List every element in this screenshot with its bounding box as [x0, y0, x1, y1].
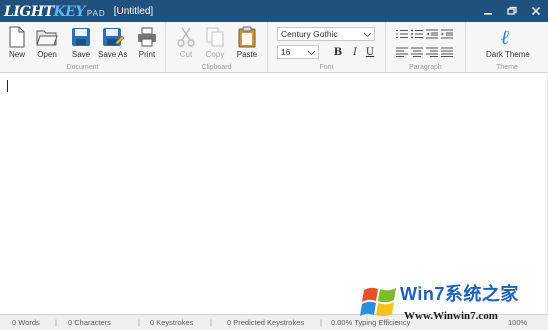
decrease-indent-icon [426, 29, 438, 39]
text-caret [7, 80, 8, 92]
status-separator: | [55, 318, 57, 327]
app-logo: LIGHT KEY PAD [4, 2, 106, 20]
logo-key: KEY [53, 4, 86, 20]
clipboard-group-label: Clipboard [201, 64, 232, 71]
font-family-value: Century Gothic [281, 29, 338, 39]
font-family-select[interactable]: Century Gothic [277, 27, 375, 41]
open-folder-icon [36, 30, 58, 46]
new-button[interactable]: New [6, 26, 28, 59]
chevron-down-icon [307, 50, 316, 56]
document-title: [Untitled] [113, 5, 154, 17]
font-size-value: 16 [281, 47, 291, 57]
svg-text:ℓ: ℓ [501, 26, 510, 48]
decrease-indent-button[interactable] [426, 29, 438, 39]
theme-group: ℓ Dark Theme Theme [466, 22, 548, 73]
paragraph-group: Paragraph [386, 22, 466, 73]
underline-button[interactable]: U [364, 46, 376, 58]
justify-icon [441, 47, 453, 57]
font-group: Century Gothic 16 B I U Font [268, 22, 386, 73]
bullet-list-button[interactable] [411, 29, 423, 39]
print-button[interactable]: Print [136, 26, 158, 59]
close-icon [531, 6, 541, 16]
print-label: Print [138, 50, 156, 59]
cut-label: Cut [179, 50, 193, 59]
increase-indent-icon [441, 29, 453, 39]
status-separator: | [320, 318, 322, 327]
paragraph-group-label: Paragraph [409, 64, 442, 71]
align-right-button[interactable] [426, 47, 438, 57]
typing-efficiency: 0.00% Typing Efficiency [331, 318, 411, 327]
text-editor[interactable] [0, 74, 548, 314]
document-group: New Open Save Save As Print Document [0, 22, 166, 73]
copy-label: Copy [205, 50, 225, 59]
character-count: 0 Characters [68, 318, 111, 327]
minimize-button[interactable] [482, 5, 494, 17]
open-button[interactable]: Open [36, 26, 58, 59]
save-button[interactable]: Save [70, 26, 92, 59]
bullet-list-icon [411, 29, 423, 39]
align-left-icon [396, 47, 408, 57]
align-left-button[interactable] [396, 47, 408, 57]
align-center-icon [411, 47, 423, 57]
title-bar: LIGHT KEY PAD [Untitled] [0, 0, 548, 22]
new-file-icon [9, 26, 25, 48]
clipboard-icon [238, 26, 256, 48]
font-group-label: Font [319, 64, 334, 71]
save-as-label: Save As [98, 50, 128, 59]
theme-pilcrow-icon: ℓ [501, 26, 510, 48]
open-label: Open [37, 50, 57, 59]
new-label: New [8, 50, 25, 59]
word-count: 0 Words [12, 318, 40, 327]
italic-button[interactable]: I [349, 46, 361, 58]
increase-indent-button[interactable] [441, 29, 453, 39]
paste-label: Paste [236, 50, 258, 59]
paste-button[interactable]: Paste [236, 26, 258, 59]
restore-icon [507, 6, 517, 15]
align-right-icon [426, 47, 438, 57]
document-group-label: Document [66, 64, 99, 71]
bold-button[interactable]: B [332, 46, 344, 58]
predicted-keystrokes: 0 Predicted Keystrokes [227, 318, 305, 327]
scissors-icon [177, 27, 195, 47]
status-bar: 0 Words | 0 Characters | 0 Keystrokes | … [0, 314, 548, 330]
ribbon: New Open Save Save As Print Document Cut… [0, 22, 548, 73]
dark-theme-label: Dark Theme [486, 50, 530, 59]
theme-group-label: Theme [496, 64, 518, 71]
zoom-level: 100% [508, 318, 528, 327]
justify-button[interactable] [441, 47, 453, 57]
restore-button[interactable] [506, 5, 518, 17]
logo-pad: PAD [86, 9, 106, 18]
cut-button[interactable]: Cut [175, 26, 197, 59]
logo-light: LIGHT [4, 4, 54, 20]
copy-icon [206, 27, 224, 47]
dark-theme-button[interactable]: ℓ Dark Theme [486, 26, 530, 59]
save-icon [72, 28, 90, 46]
save-as-icon [102, 28, 124, 46]
copy-button[interactable]: Copy [204, 26, 226, 59]
chevron-down-icon [363, 32, 372, 38]
status-separator: | [210, 318, 212, 327]
status-separator: | [138, 318, 140, 327]
keystroke-count: 0 Keystrokes [150, 318, 194, 327]
font-size-select[interactable]: 16 [277, 45, 319, 59]
align-center-button[interactable] [411, 47, 423, 57]
clipboard-group: Cut Copy Paste Clipboard [166, 22, 268, 73]
printer-icon [138, 27, 156, 47]
minimize-icon [484, 13, 492, 15]
numbered-list-icon [396, 30, 408, 38]
save-label: Save [71, 50, 91, 59]
close-button[interactable] [530, 5, 542, 17]
save-as-button[interactable]: Save As [98, 26, 127, 59]
numbered-list-button[interactable] [396, 29, 408, 39]
